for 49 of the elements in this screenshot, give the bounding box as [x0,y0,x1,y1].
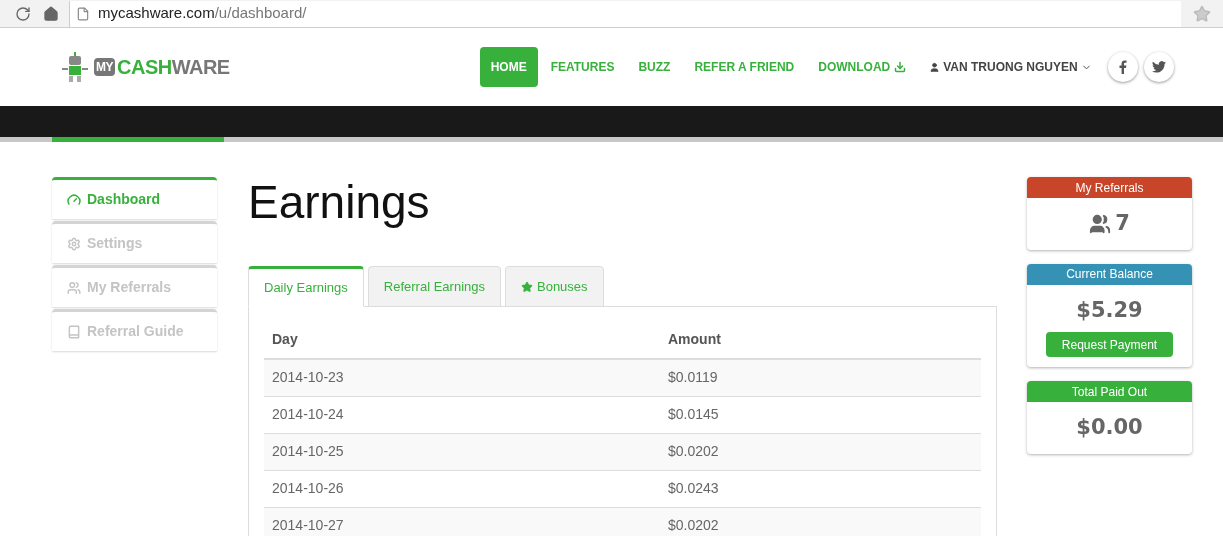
column-header: Amount [660,321,981,359]
home-icon[interactable] [43,5,59,22]
book-icon [67,324,81,339]
users-icon [1089,212,1112,235]
users-icon [67,280,81,295]
sidebar-item[interactable]: My Referrals [52,265,217,307]
nav-link[interactable]: FEATURES [539,47,626,87]
card-header: My Referrals [1027,177,1192,198]
table-cell: $0.0243 [660,470,981,507]
tab[interactable]: Bonuses [505,266,604,307]
table-cell: 2014-10-27 [264,507,660,536]
card-value: $5.29 [1076,296,1143,324]
nav-link[interactable]: REFER A FRIEND [683,47,806,87]
sidebar-item[interactable]: Settings [52,221,217,263]
table-cell: 2014-10-26 [264,470,660,507]
address-field[interactable]: mycashware.com/u/dashboard/ [69,0,1181,27]
table-cell: $0.0119 [660,359,981,396]
table-cell: $0.0202 [660,433,981,470]
table-cell: 2014-10-23 [264,359,660,396]
user-menu[interactable]: VAN TRUONG NGUYEN [929,58,1092,76]
nav-link[interactable]: DOWNLOAD [807,47,918,87]
card-header: Total Paid Out [1027,381,1192,402]
table-cell: $0.0145 [660,396,981,433]
tab[interactable]: Referral Earnings [367,266,501,307]
settings-icon [67,236,81,251]
nav-link[interactable]: HOME [479,47,538,87]
card-value: $0.00 [1076,414,1143,441]
card-value: 7 [1115,210,1130,237]
star-icon [521,280,533,293]
bookmark-star-icon[interactable] [1193,4,1211,23]
download-icon [894,61,907,73]
table-cell: $0.0202 [660,507,981,536]
gauge-icon [67,192,81,207]
tab[interactable]: Daily Earnings [248,266,364,307]
facebook-icon[interactable] [1107,52,1138,82]
page-icon [76,6,90,21]
column-header: Day [264,321,660,359]
sidebar-item[interactable]: Dashboard [52,177,217,219]
robot-logo-icon [60,52,90,82]
table-cell: 2014-10-25 [264,433,660,470]
twitter-icon[interactable] [1143,52,1174,82]
user-icon [929,61,941,73]
nav-link[interactable]: BUZZ [627,47,682,87]
logo-text[interactable]: MY CASHWARE [94,52,230,82]
table-cell: 2014-10-24 [264,396,660,433]
card-header: Current Balance [1027,263,1192,285]
request-payment-button[interactable]: Request Payment [1045,332,1174,357]
sidebar-item[interactable]: Referral Guide [52,309,217,351]
reload-icon[interactable] [15,5,31,22]
